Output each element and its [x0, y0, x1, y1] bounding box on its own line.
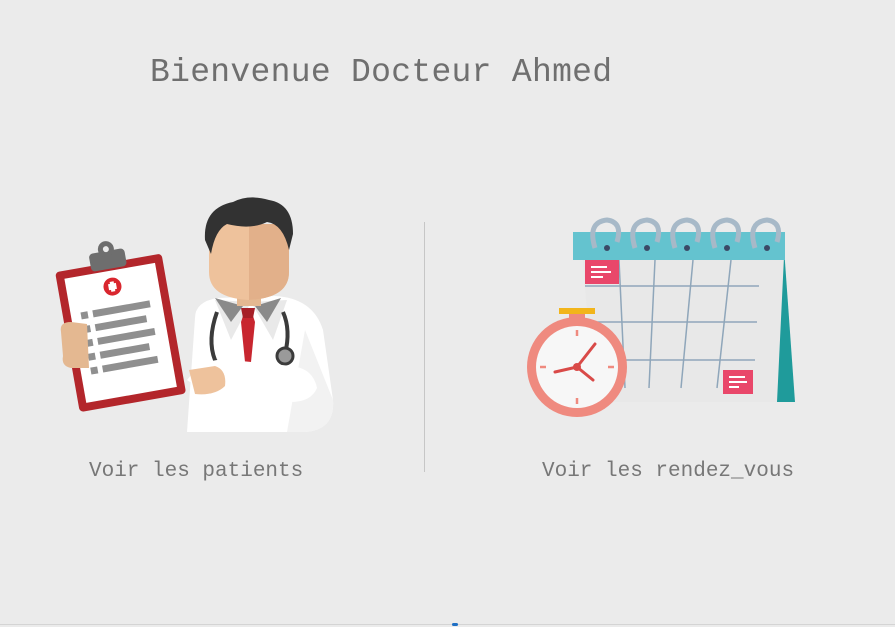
vertical-divider: [424, 222, 425, 472]
page-title: Bienvenue Docteur Ahmed: [150, 54, 613, 91]
bottom-indicator: [452, 623, 458, 626]
view-appointments-label: Voir les rendez_vous: [542, 460, 795, 483]
view-appointments-button[interactable]: Voir les rendez_vous: [515, 200, 845, 495]
view-patients-button[interactable]: Voir les patients: [50, 185, 380, 495]
doctor-clipboard-icon: [55, 197, 334, 432]
view-patients-label: Voir les patients: [89, 460, 304, 483]
calendar-clock-icon: [527, 217, 795, 417]
bottom-divider: [0, 624, 895, 625]
